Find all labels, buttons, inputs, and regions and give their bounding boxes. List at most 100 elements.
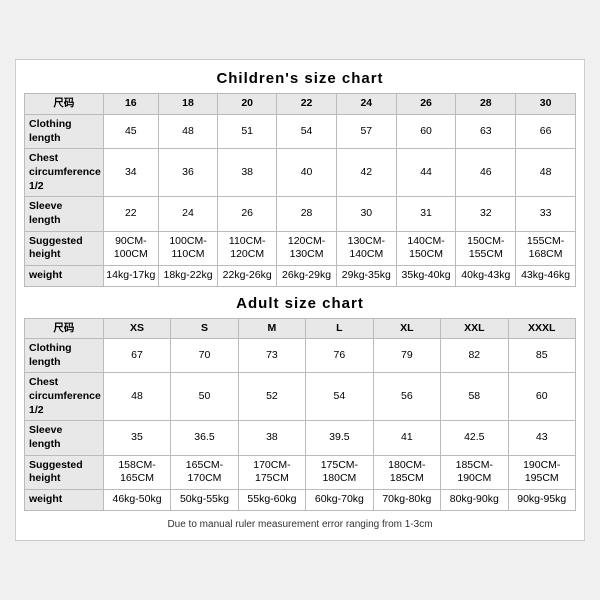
measurement-note: Due to manual ruler measurement error ra… [24, 519, 576, 530]
table-cell: 35kg-40kg [396, 265, 456, 286]
table-cell: 38 [218, 149, 277, 197]
col-header-size: 22 [277, 94, 337, 115]
table-cell: 60kg-70kg [306, 489, 373, 510]
table-cell: 40kg-43kg [456, 265, 516, 286]
table-cell: 67 [103, 339, 170, 373]
col-header-size: L [306, 318, 373, 339]
col-header-size: S [171, 318, 238, 339]
table-cell: 35 [103, 421, 170, 455]
table-cell: 40 [277, 149, 337, 197]
table-cell: 50 [171, 373, 238, 421]
table-cell: 165CM-170CM [171, 455, 238, 489]
table-cell: 66 [516, 115, 576, 149]
table-cell: 120CM-130CM [277, 231, 337, 265]
table-row: weight46kg-50kg50kg-55kg55kg-60kg60kg-70… [25, 489, 576, 510]
table-cell: 36 [158, 149, 217, 197]
table-cell: 18kg-22kg [158, 265, 217, 286]
table-cell: 51 [218, 115, 277, 149]
children-table-body: Clothinglength4548515457606366Chestcircu… [25, 115, 576, 286]
row-label: Clothinglength [25, 115, 104, 149]
table-cell: 22kg-26kg [218, 265, 277, 286]
col-header-size: 26 [396, 94, 456, 115]
table-cell: 54 [306, 373, 373, 421]
col-header-label: 尺码 [25, 318, 104, 339]
row-label: Suggestedheight [25, 455, 104, 489]
table-cell: 48 [103, 373, 170, 421]
table-cell: 42.5 [441, 421, 508, 455]
col-header-size: XS [103, 318, 170, 339]
table-row: Chestcircumference1/248505254565860 [25, 373, 576, 421]
table-row: Clothinglength4548515457606366 [25, 115, 576, 149]
table-cell: 85 [508, 339, 575, 373]
table-cell: 90kg-95kg [508, 489, 575, 510]
col-header-size: 20 [218, 94, 277, 115]
table-cell: 48 [158, 115, 217, 149]
table-cell: 110CM-120CM [218, 231, 277, 265]
col-header-size: 28 [456, 94, 516, 115]
children-header-row: 尺码1618202224262830 [25, 94, 576, 115]
table-row: Chestcircumference1/23436384042444648 [25, 149, 576, 197]
row-label: weight [25, 489, 104, 510]
table-cell: 57 [336, 115, 396, 149]
table-cell: 54 [277, 115, 337, 149]
table-cell: 28 [277, 197, 337, 231]
table-cell: 79 [373, 339, 440, 373]
table-row: Suggestedheight90CM-100CM100CM-110CM110C… [25, 231, 576, 265]
table-row: weight14kg-17kg18kg-22kg22kg-26kg26kg-29… [25, 265, 576, 286]
adult-size-table: 尺码XSSMLXLXXLXXXL Clothinglength677073767… [24, 318, 576, 511]
table-cell: 39.5 [306, 421, 373, 455]
children-size-table: 尺码1618202224262830 Clothinglength4548515… [24, 93, 576, 286]
table-cell: 43kg-46kg [516, 265, 576, 286]
table-cell: 30 [336, 197, 396, 231]
table-cell: 175CM-180CM [306, 455, 373, 489]
row-label: Chestcircumference1/2 [25, 149, 104, 197]
col-header-size: XL [373, 318, 440, 339]
table-cell: 170CM-175CM [238, 455, 305, 489]
size-chart-card: Children's size chart 尺码1618202224262830… [15, 59, 585, 540]
table-cell: 70kg-80kg [373, 489, 440, 510]
table-cell: 24 [158, 197, 217, 231]
table-cell: 48 [516, 149, 576, 197]
row-label: Clothinglength [25, 339, 104, 373]
table-cell: 36.5 [171, 421, 238, 455]
row-label: Chestcircumference1/2 [25, 373, 104, 421]
table-cell: 44 [396, 149, 456, 197]
table-cell: 43 [508, 421, 575, 455]
table-cell: 26 [218, 197, 277, 231]
col-header-size: XXXL [508, 318, 575, 339]
row-label: weight [25, 265, 104, 286]
table-cell: 22 [103, 197, 158, 231]
col-header-size: M [238, 318, 305, 339]
col-header-size: 24 [336, 94, 396, 115]
table-cell: 158CM-165CM [103, 455, 170, 489]
table-cell: 60 [508, 373, 575, 421]
table-cell: 41 [373, 421, 440, 455]
table-cell: 100CM-110CM [158, 231, 217, 265]
row-label: Sleevelength [25, 197, 104, 231]
table-cell: 150CM-155CM [456, 231, 516, 265]
col-header-size: XXL [441, 318, 508, 339]
row-label: Sleevelength [25, 421, 104, 455]
table-row: Sleevelength3536.53839.54142.543 [25, 421, 576, 455]
table-cell: 29kg-35kg [336, 265, 396, 286]
table-cell: 32 [456, 197, 516, 231]
table-cell: 26kg-29kg [277, 265, 337, 286]
table-cell: 130CM-140CM [336, 231, 396, 265]
table-cell: 46kg-50kg [103, 489, 170, 510]
adult-chart-title: Adult size chart [24, 295, 576, 312]
table-row: Suggestedheight158CM-165CM165CM-170CM170… [25, 455, 576, 489]
table-cell: 33 [516, 197, 576, 231]
table-cell: 42 [336, 149, 396, 197]
col-header-size: 16 [103, 94, 158, 115]
table-cell: 46 [456, 149, 516, 197]
table-cell: 155CM-168CM [516, 231, 576, 265]
table-cell: 31 [396, 197, 456, 231]
table-cell: 60 [396, 115, 456, 149]
adult-header-row: 尺码XSSMLXLXXLXXXL [25, 318, 576, 339]
table-cell: 70 [171, 339, 238, 373]
col-header-label: 尺码 [25, 94, 104, 115]
table-cell: 190CM-195CM [508, 455, 575, 489]
table-cell: 38 [238, 421, 305, 455]
col-header-size: 30 [516, 94, 576, 115]
table-row: Sleevelength2224262830313233 [25, 197, 576, 231]
